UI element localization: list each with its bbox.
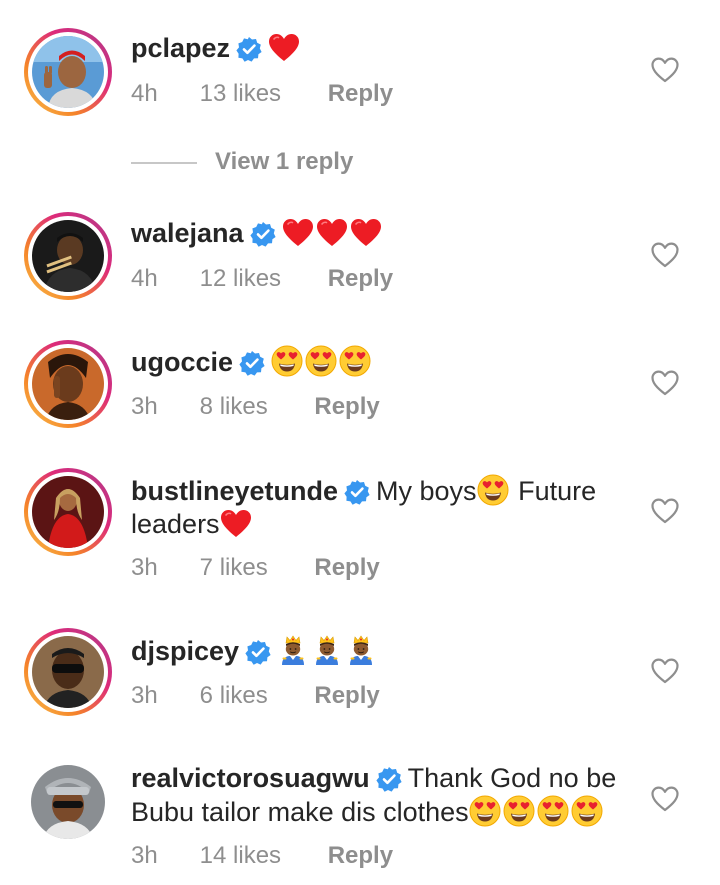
like-heart-icon[interactable]	[651, 498, 679, 524]
red-heart-emoji-icon	[282, 218, 314, 248]
heart-eyes-emoji-icon	[537, 795, 569, 827]
like-heart-icon[interactable]	[651, 57, 679, 83]
avatar[interactable]	[24, 28, 112, 116]
reply-button[interactable]: Reply	[314, 554, 379, 582]
like-heart-icon[interactable]	[651, 786, 679, 812]
username[interactable]: ugoccie	[131, 347, 233, 377]
prince-emoji-icon	[277, 634, 309, 666]
comment-text: bustlineyetunde My boys Future leaders	[131, 474, 641, 541]
like-heart-icon[interactable]	[651, 658, 679, 684]
timestamp: 3h	[131, 682, 158, 709]
red-heart-emoji-icon	[268, 33, 300, 63]
reply-button[interactable]: Reply	[328, 80, 393, 108]
avatar[interactable]	[24, 468, 112, 556]
avatar[interactable]	[24, 212, 112, 300]
red-heart-emoji-icon	[220, 509, 252, 539]
like-count[interactable]: 14 likes	[200, 842, 281, 870]
timestamp: 4h	[131, 265, 158, 292]
verified-badge-icon	[344, 479, 370, 505]
comment-meta: 3h 6 likes Reply	[131, 682, 380, 710]
verified-badge-icon	[236, 36, 262, 62]
red-heart-emoji-icon	[350, 218, 382, 248]
reply-button[interactable]: Reply	[314, 393, 379, 421]
heart-eyes-emoji-icon	[339, 345, 371, 377]
comment-text: ugoccie	[131, 345, 641, 379]
heart-eyes-emoji-icon	[469, 795, 501, 827]
timestamp: 4h	[131, 80, 158, 107]
comment-text: pclapez	[131, 32, 641, 65]
heart-eyes-emoji-icon	[305, 345, 337, 377]
comment-meta: 3h 8 likes Reply	[131, 393, 380, 421]
timestamp: 3h	[131, 554, 158, 581]
red-heart-emoji-icon	[316, 218, 348, 248]
prince-emoji-icon	[311, 634, 343, 666]
reply-button[interactable]: Reply	[314, 682, 379, 710]
comment-body-part: leaders	[131, 509, 220, 539]
avatar[interactable]	[24, 340, 112, 428]
username[interactable]: bustlineyetunde	[131, 476, 338, 506]
like-count[interactable]: 13 likes	[200, 80, 281, 108]
like-count[interactable]: 6 likes	[200, 682, 268, 710]
comment-text: realvictorosuagwu Thank God no be Bubu tai…	[131, 762, 641, 829]
timestamp: 3h	[131, 393, 158, 420]
like-heart-icon[interactable]	[651, 242, 679, 268]
username[interactable]: walejana	[131, 218, 244, 248]
reply-button[interactable]: Reply	[328, 265, 393, 293]
comment-body-part: Bubu tailor make dis clothes	[131, 797, 469, 827]
comment-text: djspicey	[131, 634, 641, 668]
comment-body-part: Future	[518, 476, 597, 506]
reply-button[interactable]: Reply	[328, 842, 393, 870]
view-replies-label: View 1 reply	[215, 148, 354, 175]
avatar[interactable]	[24, 758, 112, 846]
verified-badge-icon	[239, 350, 265, 376]
verified-badge-icon	[250, 221, 276, 247]
heart-eyes-emoji-icon	[271, 345, 303, 377]
comment-meta: 3h 7 likes Reply	[131, 554, 380, 582]
like-heart-icon[interactable]	[651, 370, 679, 396]
comment-body-part: My boys	[376, 476, 477, 506]
comment-meta: 4h 12 likes Reply	[131, 265, 393, 293]
divider-line	[131, 162, 197, 164]
verified-badge-icon	[376, 766, 402, 792]
comment-text: walejana	[131, 217, 641, 250]
comment-meta: 4h 13 likes Reply	[131, 80, 393, 108]
username[interactable]: realvictorosuagwu	[131, 763, 370, 793]
prince-emoji-icon	[345, 634, 377, 666]
like-count[interactable]: 8 likes	[200, 393, 268, 421]
comment-body-part: Thank God no be	[407, 763, 617, 793]
timestamp: 3h	[131, 842, 158, 869]
avatar[interactable]	[24, 628, 112, 716]
heart-eyes-emoji-icon	[571, 795, 603, 827]
verified-badge-icon	[245, 639, 271, 665]
heart-eyes-emoji-icon	[503, 795, 535, 827]
like-count[interactable]: 7 likes	[200, 554, 268, 582]
heart-eyes-emoji-icon	[477, 474, 509, 506]
like-count[interactable]: 12 likes	[200, 265, 281, 293]
username[interactable]: pclapez	[131, 33, 230, 63]
comment-meta: 3h 14 likes Reply	[131, 842, 393, 870]
username[interactable]: djspicey	[131, 636, 239, 666]
